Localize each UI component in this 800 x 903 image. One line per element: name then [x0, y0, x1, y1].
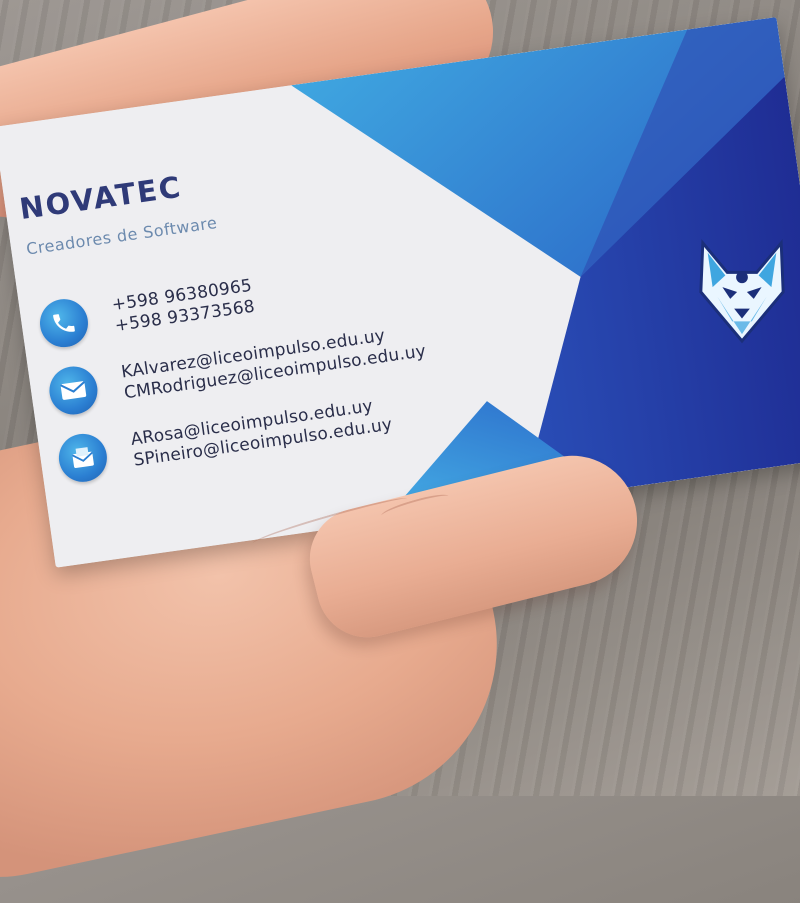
card-wrapper: NOVATEC Creadores de Software +598 96380… — [0, 0, 800, 796]
phone-icon — [36, 296, 92, 351]
email-icon — [46, 363, 101, 418]
business-card: NOVATEC Creadores de Software +598 96380… — [0, 17, 800, 568]
envelope-icon — [55, 430, 111, 485]
wolf-logo-icon — [699, 239, 785, 344]
